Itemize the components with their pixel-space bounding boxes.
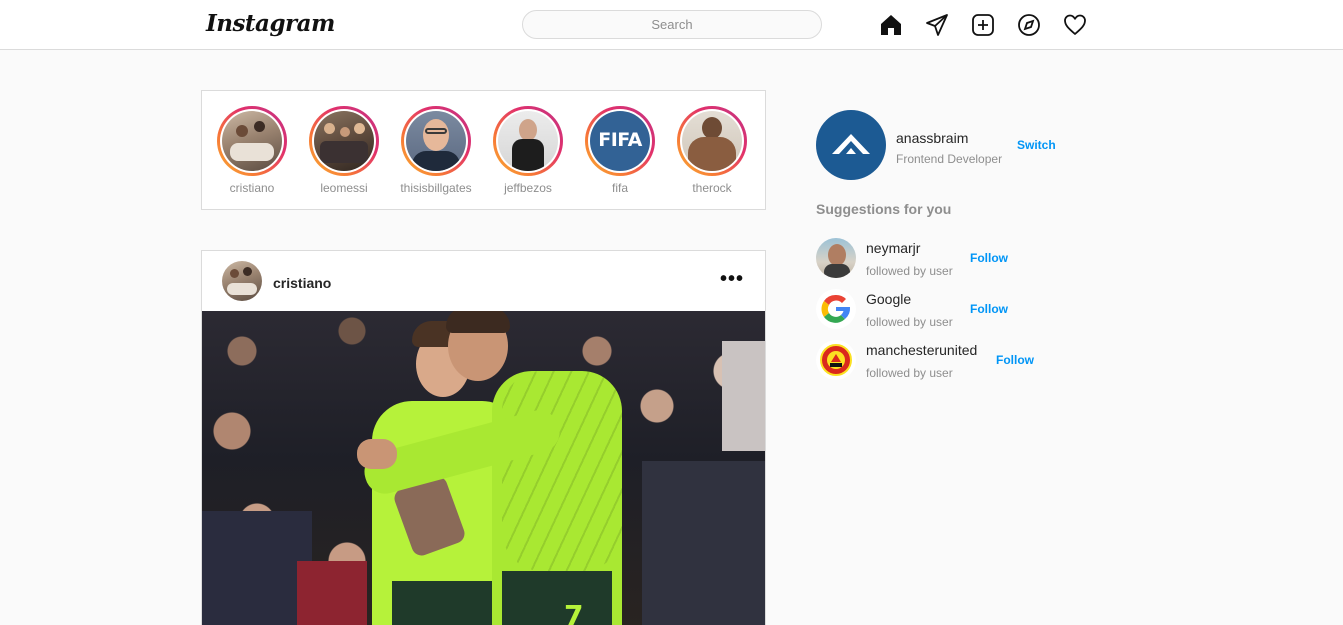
post-photo[interactable]: 7	[202, 311, 765, 625]
story-ring	[677, 106, 747, 176]
story-ring	[309, 106, 379, 176]
story-avatar	[498, 111, 558, 171]
story-jeffbezos[interactable]: jeffbezos	[482, 106, 574, 195]
more-options-icon[interactable]: •••	[720, 269, 746, 289]
post-header: cristiano •••	[202, 251, 765, 311]
suggestion-username[interactable]: neymarjr	[866, 240, 920, 256]
switch-account-button[interactable]: Switch	[1017, 138, 1056, 152]
story-username: therock	[692, 181, 732, 195]
post-author-username[interactable]: cristiano	[273, 275, 331, 291]
suggestion-subtitle: followed by user	[866, 366, 953, 380]
fifa-logo-text: FIFA	[598, 129, 642, 151]
story-avatar	[682, 111, 742, 171]
instagram-logo[interactable]: Instagram	[206, 10, 335, 37]
activity-heart-icon[interactable]	[1063, 13, 1087, 37]
search-input[interactable]	[522, 10, 822, 39]
story-username: jeffbezos	[504, 181, 552, 195]
story-ring	[493, 106, 563, 176]
suggestion-subtitle: followed by user	[866, 315, 953, 329]
story-username: fifa	[611, 181, 628, 195]
story-username: thisisbillgates	[400, 181, 472, 195]
profile-username[interactable]: anassbraim	[896, 130, 968, 146]
story-ring	[217, 106, 287, 176]
direct-message-icon[interactable]	[925, 13, 949, 37]
story-therock[interactable]: therock	[666, 106, 758, 195]
story-ring: FIFA	[585, 106, 655, 176]
story-username: leomessi	[320, 181, 368, 195]
manchester-united-crest-icon[interactable]	[816, 340, 856, 380]
explore-icon[interactable]	[1017, 13, 1041, 37]
suggestion-item: manchesterunited followed by user Follow	[816, 340, 1076, 382]
new-post-icon[interactable]	[971, 13, 995, 37]
post-author-avatar[interactable]	[222, 261, 262, 301]
follow-button[interactable]: Follow	[970, 251, 1008, 265]
follow-button[interactable]: Follow	[996, 353, 1034, 367]
profile-avatar[interactable]	[816, 110, 886, 180]
story-fifa[interactable]: FIFA fifa	[574, 106, 666, 195]
follow-button[interactable]: Follow	[970, 302, 1008, 316]
story-cristiano[interactable]: cristiano	[206, 106, 298, 195]
suggestions-heading: Suggestions for you	[816, 201, 952, 217]
story-avatar	[314, 111, 374, 171]
story-ring	[401, 106, 471, 176]
stories-tray: cristiano leomessi thisisbillgates jeffb…	[201, 90, 766, 210]
brand-logo-icon	[832, 134, 870, 154]
story-thisisbillgates[interactable]: thisisbillgates	[390, 106, 482, 195]
profile-subtitle: Frontend Developer	[896, 152, 1003, 166]
suggestion-avatar[interactable]	[816, 238, 856, 278]
suggestion-username[interactable]: Google	[866, 291, 911, 307]
story-avatar	[406, 111, 466, 171]
story-username: cristiano	[229, 181, 275, 195]
suggestion-username[interactable]: manchesterunited	[866, 342, 977, 358]
suggestion-item: Google followed by user Follow	[816, 289, 1076, 331]
google-logo-icon[interactable]	[816, 289, 856, 329]
story-avatar: FIFA	[590, 111, 650, 171]
suggestion-subtitle: followed by user	[866, 264, 953, 278]
story-leomessi[interactable]: leomessi	[298, 106, 390, 195]
story-avatar	[222, 111, 282, 171]
jersey-number: 7	[564, 599, 584, 625]
suggestion-item: neymarjr followed by user Follow	[816, 238, 1076, 280]
top-navigation-bar: Instagram	[0, 0, 1343, 50]
home-icon[interactable]	[879, 13, 903, 37]
feed-post: cristiano ••• 7	[201, 250, 766, 625]
